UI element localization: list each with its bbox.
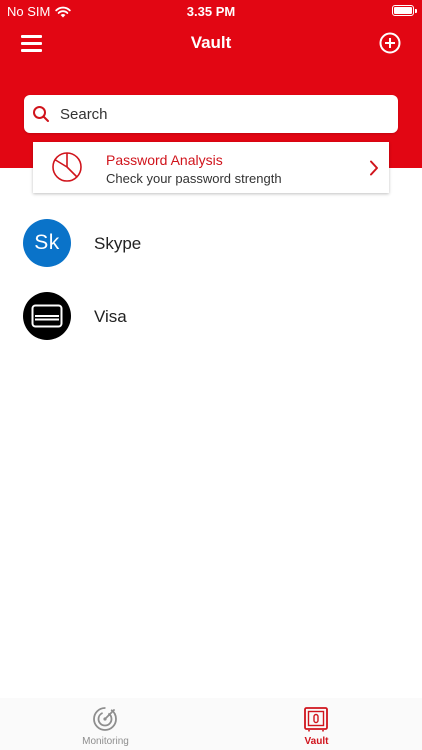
vault-item-visa[interactable]: Visa [0, 280, 422, 352]
tab-label: Vault [304, 736, 329, 747]
vault-item-name: Skype [94, 234, 142, 253]
search-bar [24, 95, 398, 133]
navigation-bar: Vault [0, 24, 422, 64]
search-input[interactable] [60, 105, 360, 123]
status-time: 3.35 PM [186, 4, 236, 19]
credit-card-icon [31, 304, 63, 328]
add-icon[interactable] [379, 32, 401, 54]
password-analysis-card[interactable]: Password Analysis Check your password st… [33, 142, 389, 193]
vault-item-name: Visa [94, 307, 127, 326]
pie-chart-icon [52, 152, 82, 182]
password-analysis-title: Password Analysis [106, 152, 223, 168]
tab-bar: Monitoring Vault [0, 698, 422, 750]
page-title: Vault [190, 33, 232, 52]
avatar [23, 292, 71, 340]
avatar: Sk [23, 219, 71, 267]
search-icon [33, 106, 49, 122]
status-bar: No SIM 3.35 PM [0, 0, 422, 24]
tab-vault[interactable]: Vault [211, 698, 422, 750]
tab-monitoring[interactable]: Monitoring [0, 698, 211, 750]
radar-icon [93, 707, 117, 731]
password-analysis-subtitle: Check your password strength [106, 171, 282, 186]
safe-icon [304, 707, 328, 732]
tab-label: Monitoring [82, 736, 129, 747]
chevron-right-icon [370, 160, 378, 176]
vault-item-skype[interactable]: Sk Skype [0, 207, 422, 279]
battery-icon [392, 5, 417, 16]
avatar-initials: Sk [34, 231, 60, 254]
